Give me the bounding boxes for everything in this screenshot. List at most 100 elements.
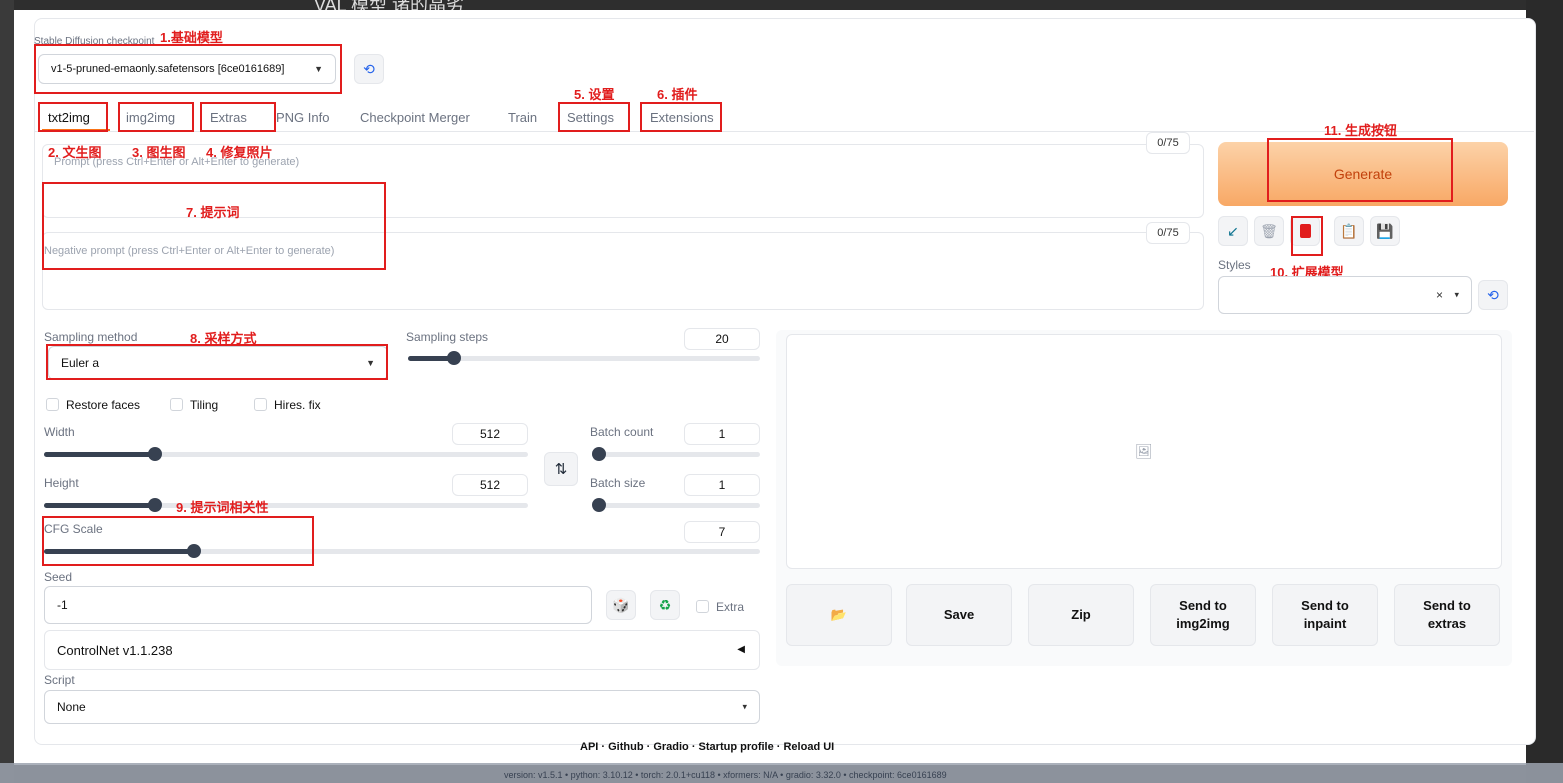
clipboard-icon: 📋 [1340, 222, 1358, 239]
batch-size-value: 1 [718, 478, 726, 492]
batch-count-label: Batch count [590, 425, 654, 439]
chevron-down-icon: ▾ [1454, 289, 1459, 300]
annotation-2: 2. 文生图 [48, 145, 102, 160]
tiling-label: Tiling [190, 398, 219, 412]
script-value: None [57, 700, 86, 714]
save-style-button[interactable]: 💾 [1370, 216, 1400, 246]
controlnet-accordion[interactable]: ControlNet v1.1.238 ◀ [44, 630, 760, 670]
window-frame-left [0, 0, 14, 783]
clear-prompt-button[interactable]: 🗑 [1254, 216, 1284, 246]
batch-size-input[interactable]: 1 [684, 474, 760, 496]
width-value: 512 [479, 427, 501, 441]
tab-png-info[interactable]: PNG Info [276, 110, 329, 125]
extra-seed-checkbox[interactable] [696, 600, 709, 613]
height-label: Height [44, 476, 79, 490]
window-frame-top: VAL 模型 诸的晶劣 [14, 0, 1526, 15]
sampling-steps-input[interactable]: 20 [684, 328, 760, 350]
annotation-box-settings [558, 102, 630, 132]
random-seed-button[interactable]: 🎲 [606, 590, 636, 620]
folder-icon: 📂 [830, 607, 848, 622]
reuse-seed-button[interactable]: ♻ [650, 590, 680, 620]
hires-fix-checkbox[interactable] [254, 398, 267, 411]
annotation-box-sampling [46, 344, 388, 380]
annotation-11: 11. 生成按钮 [1324, 123, 1397, 138]
sampling-steps-label: Sampling steps [406, 330, 489, 344]
annotation-box-checkpoint [34, 44, 342, 94]
hires-fix-label: Hires. fix [274, 398, 321, 412]
cfg-scale-input[interactable]: 7 [684, 521, 760, 543]
image-output-area: 🖼 [786, 334, 1502, 569]
height-input[interactable]: 512 [452, 474, 528, 496]
script-label: Script [44, 673, 75, 687]
height-slider[interactable] [44, 498, 528, 512]
dice-icon: 🎲 [612, 596, 630, 613]
width-input[interactable]: 512 [452, 423, 528, 445]
zip-button[interactable]: Zip [1028, 584, 1134, 646]
negative-prompt-token-counter: 0/75 [1146, 222, 1190, 244]
annotation-4: 4. 修复照片 [206, 145, 273, 160]
script-dropdown[interactable]: None ▾ [44, 690, 760, 724]
trash-icon: 🗑 [1260, 222, 1278, 239]
tab-checkpoint-merger[interactable]: Checkpoint Merger [360, 110, 470, 125]
width-label: Width [44, 425, 75, 439]
annotation-box-txt2img [38, 102, 108, 132]
width-slider[interactable] [44, 447, 528, 461]
slider-handle[interactable] [447, 351, 461, 365]
refresh-icon: ⟲ [363, 60, 375, 77]
extra-seed-label: Extra [716, 600, 745, 614]
slider-handle[interactable] [148, 447, 162, 461]
batch-count-input[interactable]: 1 [684, 423, 760, 445]
tab-train[interactable]: Train [508, 110, 537, 125]
styles-dropdown[interactable]: × ▾ [1218, 276, 1472, 314]
batch-count-value: 1 [718, 427, 726, 441]
send-to-inpaint-button[interactable]: Send to inpaint [1272, 584, 1378, 646]
restore-faces-checkbox[interactable] [46, 398, 59, 411]
annotation-box-img2img [118, 102, 194, 132]
apply-styles-button[interactable]: 📋 [1334, 216, 1364, 246]
send-to-img2img-button[interactable]: Send to img2img [1150, 584, 1256, 646]
read-params-button[interactable]: ↙ [1218, 216, 1248, 246]
chevron-down-icon: ▾ [742, 701, 747, 712]
annotation-3: 3. 图生图 [132, 145, 186, 160]
swap-arrows-icon: ⇅ [554, 461, 568, 478]
open-folder-button[interactable]: 📂 [786, 584, 892, 646]
swap-dimensions-button[interactable]: ⇅ [544, 452, 578, 486]
batch-count-slider[interactable] [592, 447, 760, 461]
annotation-box-prompt [42, 182, 386, 270]
refresh-icon: ⟲ [1487, 286, 1499, 303]
annotation-5: 5. 设置 [574, 87, 615, 102]
prompt-token-counter: 0/75 [1146, 132, 1190, 154]
seed-value: -1 [57, 598, 68, 612]
save-button[interactable]: Save [906, 584, 1012, 646]
annotation-box-generate [1267, 138, 1453, 202]
refresh-checkpoint-button[interactable]: ⟲ [354, 54, 384, 84]
slider-handle[interactable] [148, 498, 162, 512]
annotation-box-cfg [42, 516, 314, 566]
floppy-disk-icon: 💾 [1376, 222, 1394, 239]
sampling-method-label: Sampling method [44, 330, 138, 344]
negative-prompt-token-counter-text: 0/75 [1157, 227, 1179, 239]
slider-handle[interactable] [592, 498, 606, 512]
seed-label: Seed [44, 570, 73, 584]
slider-handle[interactable] [592, 447, 606, 461]
tiling-checkbox[interactable] [170, 398, 183, 411]
refresh-styles-button[interactable]: ⟲ [1478, 280, 1508, 310]
seed-input[interactable]: -1 [44, 586, 592, 624]
footer-version-info: version: v1.5.1 • python: 3.10.12 • torc… [504, 770, 947, 780]
controlnet-title: ControlNet v1.1.238 [57, 643, 173, 658]
height-value: 512 [479, 478, 501, 492]
annotation-7: 7. 提示词 [186, 205, 240, 220]
sampling-steps-value: 20 [715, 332, 729, 346]
send-to-extras-button[interactable]: Send to extras [1394, 584, 1500, 646]
collapse-triangle-icon: ◀ [737, 644, 745, 655]
image-placeholder-icon: 🖼 [1135, 443, 1153, 459]
restore-faces-label: Restore faces [66, 398, 141, 412]
footer-links[interactable]: API · Github · Gradio · Startup profile … [580, 741, 834, 753]
annotation-1: 1.基础模型 [160, 30, 223, 45]
styles-label: Styles [1218, 258, 1251, 272]
batch-size-slider[interactable] [592, 498, 760, 512]
clear-icon[interactable]: × [1436, 288, 1443, 302]
sampling-steps-slider[interactable] [408, 351, 760, 365]
slider-fill [44, 452, 155, 457]
prompt-token-counter-text: 0/75 [1157, 137, 1179, 149]
